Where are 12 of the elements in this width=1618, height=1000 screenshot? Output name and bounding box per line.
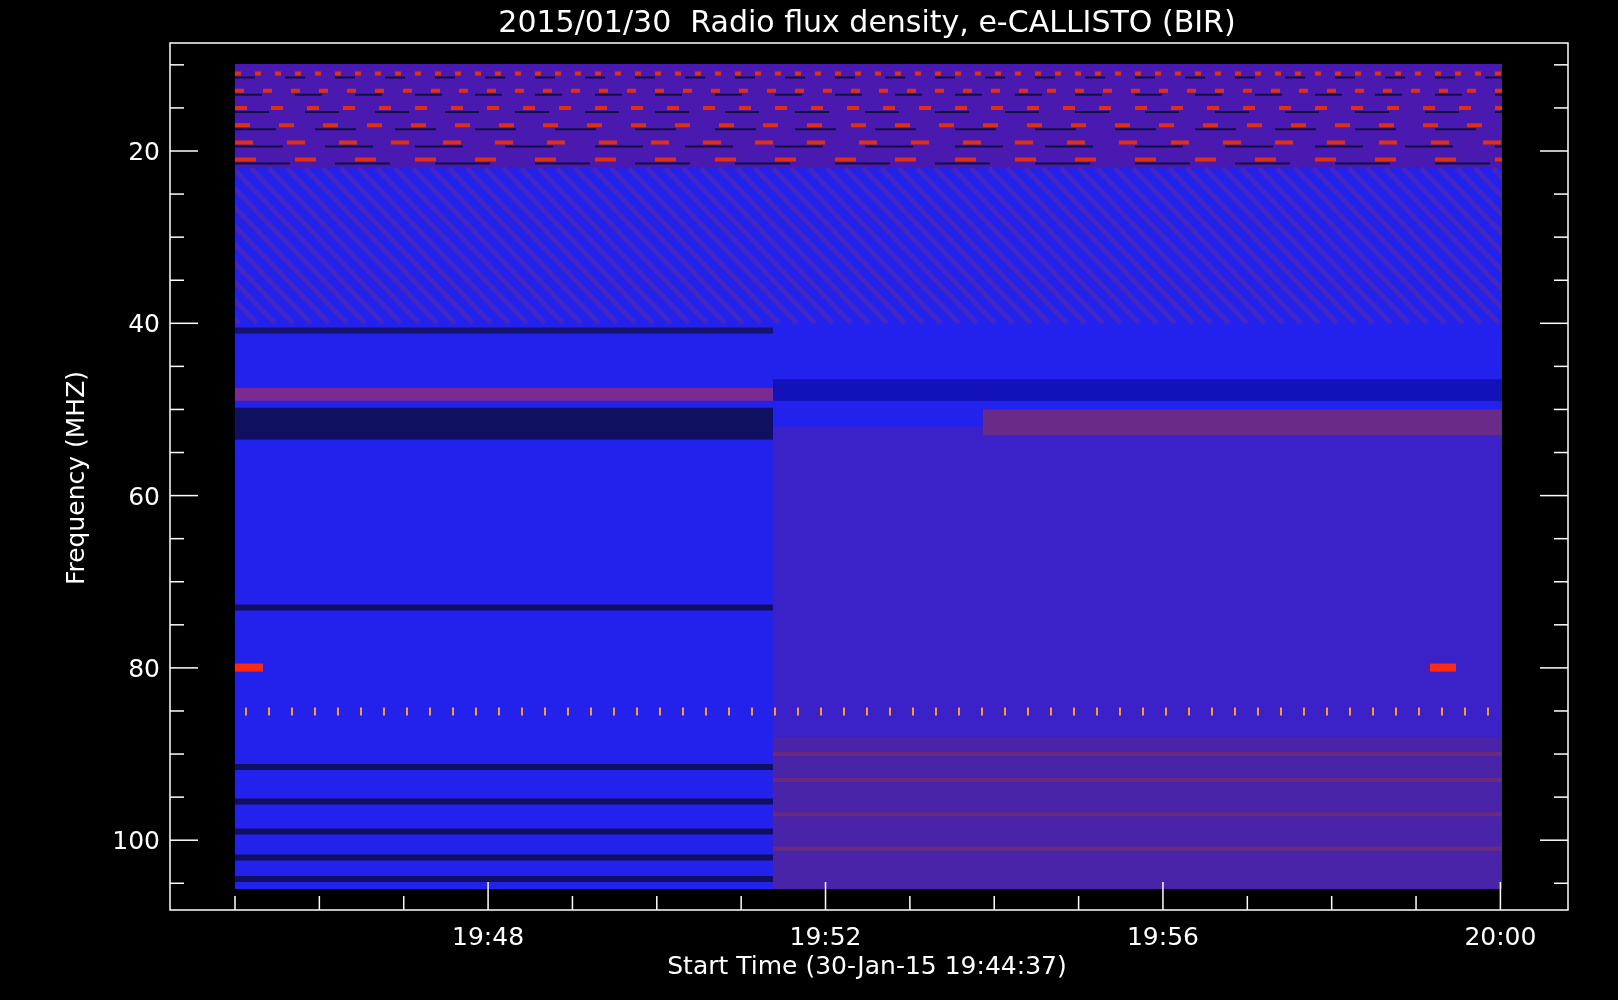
- chart-title: 2015/01/30 Radio flux density, e-CALLISTO (BIR): [498, 4, 1236, 39]
- y-tick-label: 20: [128, 137, 160, 166]
- y-axis-label: Frequency (MHZ): [61, 370, 90, 586]
- x-tick-label: 19:48: [452, 922, 525, 951]
- x-tick-label: 19:56: [1126, 922, 1199, 951]
- y-tick-label: 100: [112, 826, 160, 856]
- y-tick-label: 60: [128, 481, 160, 511]
- y-tick-label: 40: [128, 309, 160, 339]
- y-tick-label: 80: [128, 653, 160, 683]
- x-tick-label: 20:00: [1464, 922, 1537, 951]
- x-tick-label: 19:52: [789, 922, 862, 951]
- x-axis-label: Start Time (30-Jan-15 19:44:37): [667, 951, 1067, 980]
